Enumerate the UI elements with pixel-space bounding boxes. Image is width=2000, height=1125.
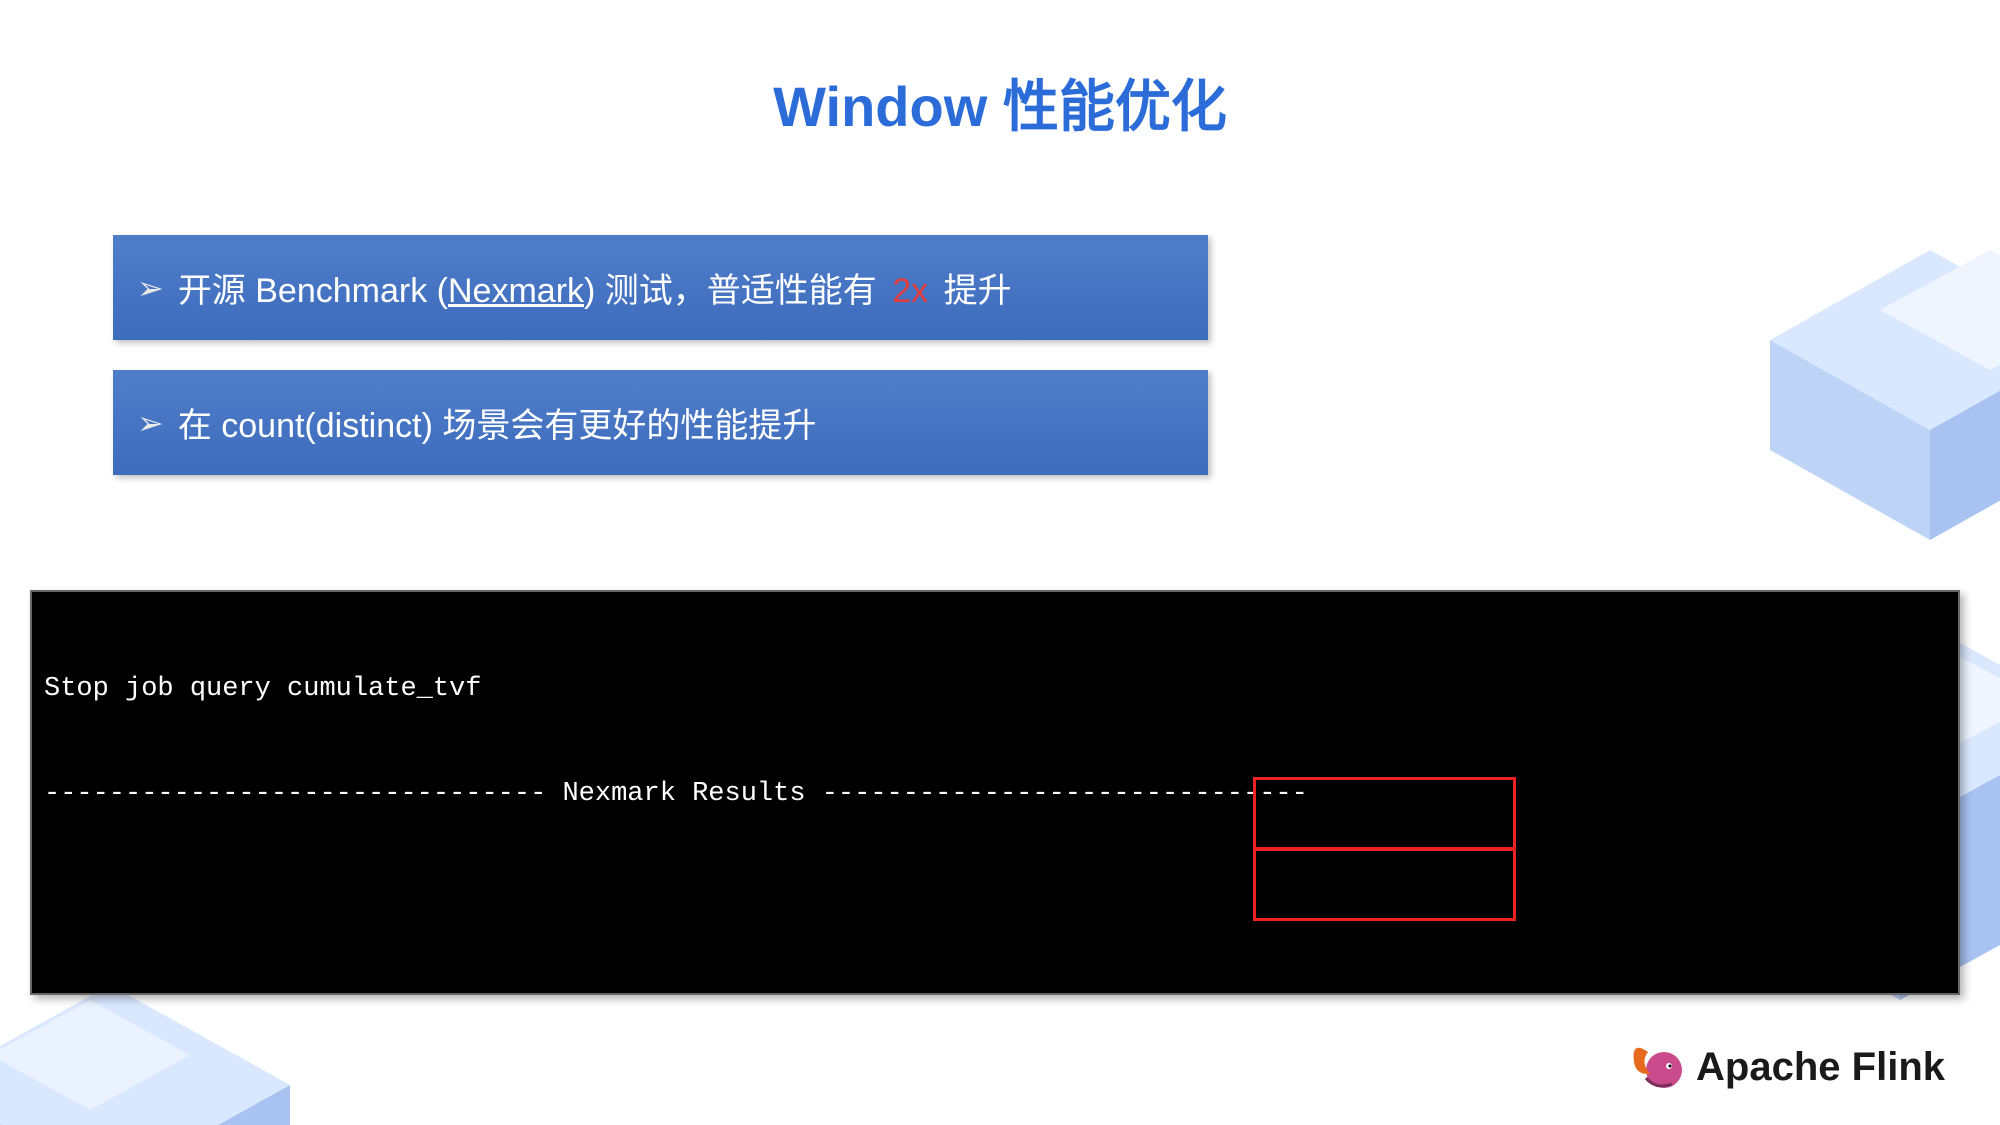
terminal-banner: ------------------------------- Nexmark … <box>44 777 1946 812</box>
bullet-arrow-icon: ➢ <box>137 269 164 307</box>
slide: Window 性能优化 ➢ 开源 Benchmark (Nexmark) 测试，… <box>0 0 2000 1125</box>
bullet-1-highlight: 2x <box>892 272 928 310</box>
bullet-2: ➢ 在 count(distinct) 场景会有更好的性能提升 <box>113 370 1208 475</box>
slide-title: Window 性能优化 <box>0 62 2000 143</box>
bullet-1-text: 开源 Benchmark (Nexmark) 测试，普适性能有 2x 提升 <box>178 263 1012 312</box>
flink-squirrel-icon <box>1626 1040 1686 1095</box>
nexmark-link[interactable]: Nexmark <box>448 272 584 310</box>
logo-text: Apache Flink <box>1696 1045 1945 1090</box>
banner-left: ------------------------------- <box>44 779 562 809</box>
sep-top: +-------------------+-------------------… <box>44 987 1946 995</box>
bullet-1-post: 提升 <box>934 272 1011 310</box>
terminal-output: Stop job query cumulate_tvf ------------… <box>30 590 1960 995</box>
blank-line <box>44 882 1946 917</box>
bullet-2-text: 在 count(distinct) 场景会有更好的性能提升 <box>178 398 817 447</box>
terminal-stop-line: Stop job query cumulate_tvf <box>44 672 1946 707</box>
bullet-1-pre: 开源 Benchmark ( <box>178 272 448 310</box>
bullets: ➢ 开源 Benchmark (Nexmark) 测试，普适性能有 2x 提升 … <box>113 235 1208 505</box>
bullet-arrow-icon: ➢ <box>137 404 164 442</box>
bullet-1-mid: ) 测试，普适性能有 <box>584 272 886 310</box>
banner-right: ------------------------------ <box>806 779 1308 809</box>
apache-flink-logo: Apache Flink <box>1626 1040 1945 1095</box>
banner-title: Nexmark Results <box>562 779 805 809</box>
bullet-1: ➢ 开源 Benchmark (Nexmark) 测试，普适性能有 2x 提升 <box>113 235 1208 340</box>
